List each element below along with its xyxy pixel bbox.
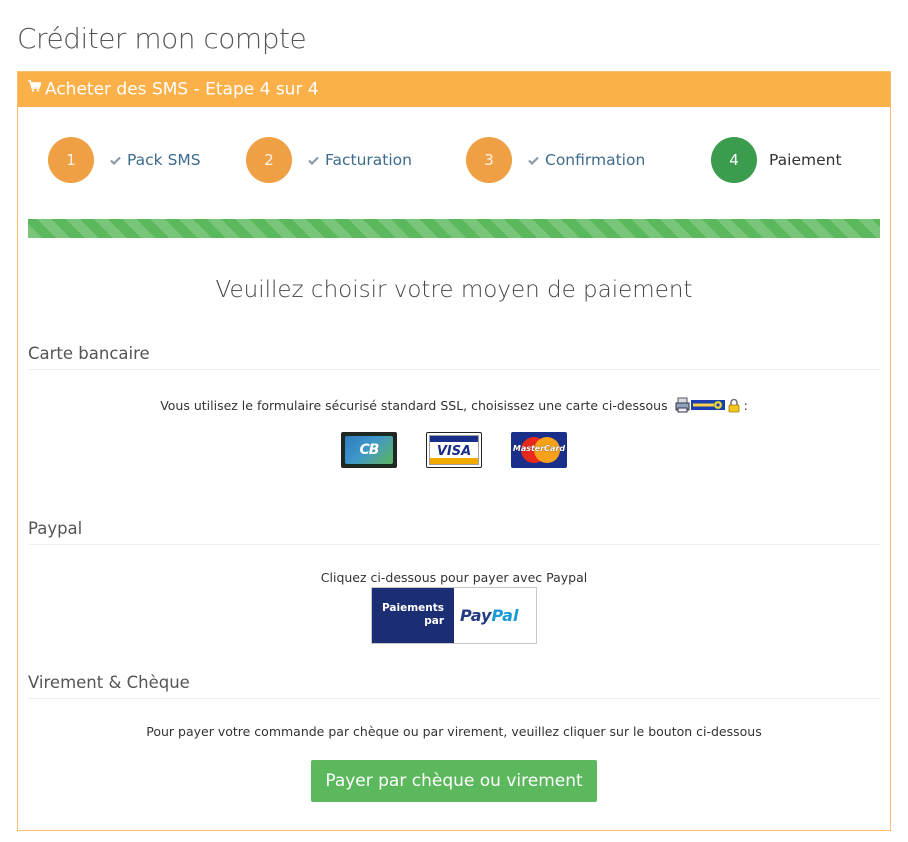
- step-label: Pack SMS: [127, 151, 201, 169]
- paypal-section-title: Paypal: [28, 519, 880, 545]
- paypal-logo: PayPal: [460, 606, 519, 625]
- card-description-suffix: :: [743, 398, 748, 413]
- cheque-section-title: Virement & Chèque: [28, 673, 880, 699]
- steps-wizard: 1 Pack SMS 2 Facturation 3 Confirmation: [18, 107, 890, 217]
- paypal-button-line1: Paiements: [381, 602, 444, 614]
- panel-heading: Acheter des SMS - Etape 4 sur 4: [18, 72, 890, 107]
- pay-cheque-transfer-button[interactable]: Payer par chèque ou virement: [311, 760, 597, 802]
- visa-card-label: VISA: [436, 444, 472, 459]
- paypal-description: Cliquez ci-dessous pour payer avec Paypa…: [320, 570, 588, 585]
- purchase-panel: Acheter des SMS - Etape 4 sur 4 1 Pack S…: [17, 71, 891, 831]
- key-icon: [690, 399, 725, 414]
- mastercard-card-button[interactable]: MasterCard: [511, 432, 567, 468]
- step-number: 4: [711, 137, 757, 183]
- mastercard-card-label: MasterCard: [512, 444, 566, 453]
- check-icon: [308, 137, 319, 183]
- panel-heading-text: Acheter des SMS - Etape 4 sur 4: [45, 79, 319, 100]
- visa-card-button[interactable]: VISA: [426, 432, 482, 468]
- step-label: Facturation: [325, 151, 412, 169]
- padlock-icon: [728, 398, 740, 416]
- check-icon: [110, 137, 121, 183]
- card-section-title: Carte bancaire: [28, 344, 880, 370]
- check-icon: [528, 137, 539, 183]
- step-number: 2: [246, 137, 292, 183]
- choose-payment-title: Veuillez choisir votre moyen de paiement: [215, 277, 693, 303]
- paypal-button[interactable]: Paiements par PayPal: [371, 587, 537, 644]
- progress-bar: [28, 219, 880, 238]
- cheque-description: Pour payer votre commande par chèque ou …: [146, 724, 762, 739]
- shopping-cart-icon: [28, 70, 42, 105]
- printer-lock-icon: [675, 397, 691, 416]
- step-label: Paiement: [769, 151, 842, 169]
- step-number: 3: [466, 137, 512, 183]
- step-number: 1: [48, 137, 94, 183]
- cb-card-button[interactable]: CB: [341, 432, 397, 468]
- card-options: CB VISA MasterCard: [18, 432, 890, 468]
- card-description-text: Vous utilisez le formulaire sécurisé sta…: [160, 398, 668, 413]
- cb-card-label: CB: [359, 442, 380, 458]
- step-label: Confirmation: [545, 151, 646, 169]
- page-title: Créditer mon compte: [17, 22, 307, 55]
- card-description: Vous utilisez le formulaire sécurisé sta…: [18, 397, 890, 416]
- paypal-button-line2: par: [424, 615, 444, 627]
